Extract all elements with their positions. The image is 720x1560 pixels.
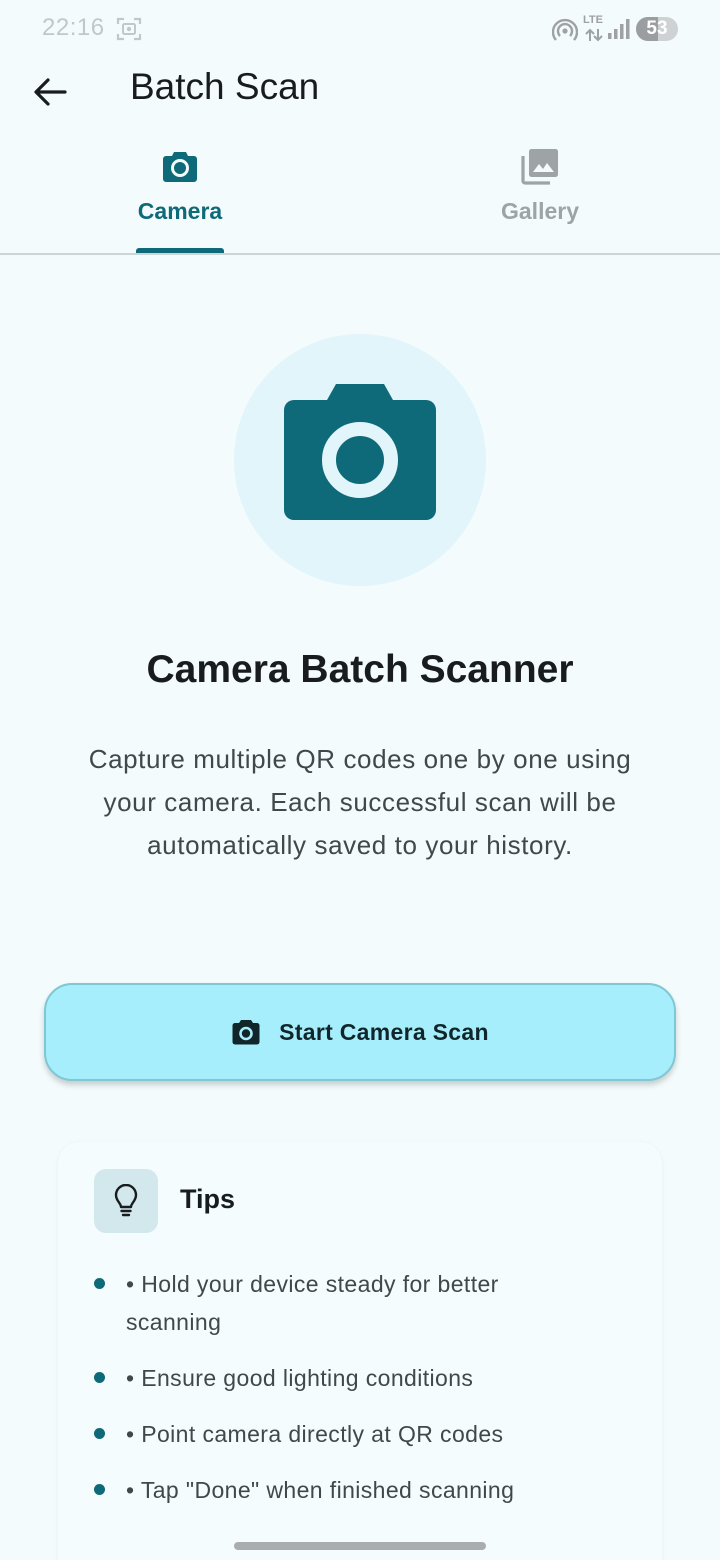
bullet-dot bbox=[94, 1372, 105, 1383]
tab-camera[interactable]: Camera bbox=[0, 130, 360, 253]
back-button[interactable] bbox=[26, 68, 74, 116]
tab-selected-indicator bbox=[136, 248, 224, 253]
batch-scan-screen: 22:16 LTE 53 Batch Scan Camera Gallery C… bbox=[0, 0, 720, 1560]
status-bar: 22:16 LTE 53 bbox=[0, 0, 720, 60]
hotspot-icon bbox=[551, 18, 579, 42]
status-time: 22:16 bbox=[42, 14, 105, 41]
arrow-back-icon bbox=[34, 78, 67, 106]
tip-text: • Hold your device steady for better sca… bbox=[126, 1271, 499, 1335]
screenshot-icon bbox=[116, 16, 142, 42]
tip-text: • Ensure good lighting conditions bbox=[126, 1365, 474, 1391]
lte-label: LTE bbox=[583, 14, 603, 26]
home-indicator[interactable] bbox=[234, 1542, 486, 1550]
signal-icon bbox=[607, 18, 631, 40]
app-bar: Batch Scan bbox=[0, 60, 720, 120]
lightbulb-icon bbox=[114, 1184, 138, 1217]
tips-card: Tips • Hold your device steady for bette… bbox=[58, 1142, 662, 1560]
bullet-dot bbox=[94, 1278, 105, 1289]
data-arrows-icon bbox=[585, 28, 603, 42]
hero-title: Camera Batch Scanner bbox=[146, 648, 574, 691]
battery-level: 53 bbox=[646, 18, 668, 39]
camera-icon bbox=[160, 146, 200, 186]
tips-icon-container bbox=[94, 1169, 158, 1233]
camera-icon bbox=[282, 382, 438, 524]
battery-indicator: 53 bbox=[636, 17, 678, 41]
camera-icon bbox=[231, 1018, 261, 1046]
tips-title: Tips bbox=[180, 1184, 236, 1214]
hero-description: Capture multiple QR codes one by one usi… bbox=[88, 744, 632, 860]
tab-gallery-label: Gallery bbox=[501, 198, 579, 224]
tab-gallery[interactable]: Gallery bbox=[360, 130, 720, 253]
lte-indicator: LTE bbox=[583, 14, 605, 44]
tip-text: • Tap "Done" when finished scanning bbox=[126, 1477, 515, 1503]
start-camera-scan-button[interactable]: Start Camera Scan bbox=[44, 983, 676, 1081]
page-title: Batch Scan bbox=[130, 66, 320, 107]
tip-text: • Point camera directly at QR codes bbox=[126, 1421, 504, 1447]
tab-bar: Camera Gallery bbox=[0, 130, 720, 255]
tab-camera-label: Camera bbox=[137, 198, 223, 224]
bullet-dot bbox=[94, 1428, 105, 1439]
bullet-dot bbox=[94, 1484, 105, 1495]
photo-library-icon bbox=[520, 146, 560, 186]
start-camera-scan-label: Start Camera Scan bbox=[279, 1018, 489, 1045]
